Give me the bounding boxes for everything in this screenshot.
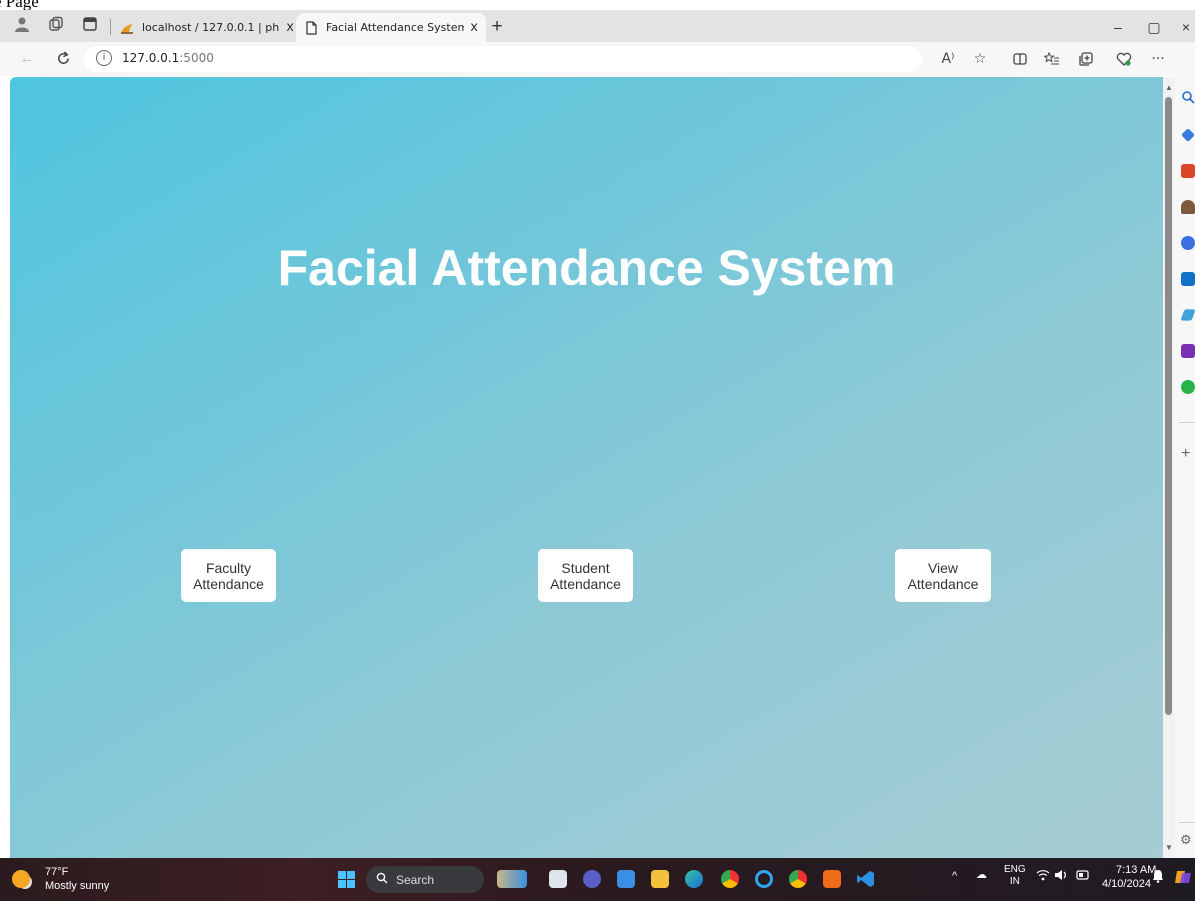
url-host: 127.0.0.1: [122, 51, 180, 65]
scroll-up-arrow[interactable]: ▲: [1165, 83, 1173, 92]
volume-icon[interactable]: [1054, 869, 1070, 884]
tab-title: localhost / 127.0.0.1 | phpMyAdmin: [142, 21, 280, 34]
view-attendance-button[interactable]: View Attendance: [895, 549, 991, 602]
refresh-icon[interactable]: [52, 48, 74, 70]
task-view-icon[interactable]: [549, 870, 567, 888]
button-label-line2: Attendance: [907, 575, 979, 592]
button-label-line1: Faculty: [205, 559, 252, 576]
student-attendance-button[interactable]: Student Attendance: [538, 549, 633, 602]
sidebar-search-icon[interactable]: [1181, 90, 1195, 104]
close-window-button[interactable]: ×: [1172, 16, 1195, 38]
button-label-line2: Attendance: [550, 575, 621, 592]
tab-close-button[interactable]: x: [286, 20, 294, 35]
tab-separator: [110, 19, 111, 35]
sidebar-drop-icon[interactable]: [1180, 309, 1195, 321]
sidebar-shopping-icon[interactable]: [1181, 164, 1195, 178]
sidebar-onenote-icon[interactable]: [1181, 344, 1195, 358]
back-icon[interactable]: ←: [16, 48, 38, 70]
scroll-thumb[interactable]: [1165, 97, 1172, 715]
weather-temperature[interactable]: 77°F: [45, 866, 68, 878]
phpmyadmin-icon: [121, 23, 133, 34]
notification-bell-icon[interactable]: [1152, 869, 1164, 886]
split-screen-icon[interactable]: [1008, 48, 1032, 70]
read-aloud-icon[interactable]: A⁾: [936, 48, 960, 70]
page-title: Facial Attendance System: [277, 240, 896, 296]
new-tab-button[interactable]: +: [486, 16, 508, 38]
file-explorer-icon[interactable]: [651, 870, 669, 888]
sidebar-divider: [1179, 822, 1195, 823]
tab-actions-icon[interactable]: [80, 16, 100, 36]
tab-close-button[interactable]: x: [470, 20, 478, 35]
scroll-down-arrow[interactable]: ▼: [1165, 843, 1173, 852]
sidebar-tag-icon[interactable]: [1181, 128, 1195, 142]
windows-taskbar: 77°F Mostly sunny Search ^ ☁ ENG IN 7:13…: [0, 858, 1195, 901]
favorite-star-icon[interactable]: ☆: [968, 48, 992, 70]
chrome-icon[interactable]: [721, 870, 739, 888]
store-icon[interactable]: [617, 870, 635, 888]
taskbar-search-box[interactable]: Search: [366, 866, 484, 893]
edge-sidebar: + ⚙: [1175, 42, 1195, 858]
tab-facial-attendance[interactable]: Facial Attendance System x: [296, 13, 486, 42]
page-scrollbar[interactable]: ▲ ▼: [1163, 77, 1175, 858]
page-icon: [306, 20, 317, 35]
edge-browser-icon[interactable]: [685, 870, 703, 888]
tray-overflow-icon[interactable]: ^: [952, 870, 957, 882]
button-label-line1: View: [927, 559, 959, 576]
tab-phpmyadmin[interactable]: localhost / 127.0.0.1 | phpMyAdmin x: [112, 13, 302, 42]
button-label-line2: Attendance: [193, 575, 264, 592]
onedrive-icon[interactable]: ☁: [976, 868, 987, 881]
minimize-button[interactable]: –: [1104, 16, 1132, 38]
copilot-taskbar-icon[interactable]: [1174, 868, 1192, 889]
clock-date[interactable]: 4/10/2024: [1102, 878, 1151, 890]
search-label: Search: [396, 873, 435, 887]
url-port: :5000: [179, 51, 214, 65]
collections-icon[interactable]: [1074, 48, 1098, 70]
sidebar-games-icon[interactable]: [1181, 200, 1195, 214]
sidebar-outlook-icon[interactable]: [1181, 272, 1195, 286]
language-indicator[interactable]: ENG IN: [1004, 864, 1026, 888]
address-bar[interactable]: i 127.0.0.1:5000: [84, 46, 922, 72]
sidebar-whatsapp-icon[interactable]: [1181, 380, 1195, 394]
battery-icon[interactable]: [1076, 870, 1090, 883]
favorites-icon[interactable]: [1040, 48, 1064, 70]
teams-chat-icon[interactable]: [583, 870, 601, 888]
faculty-attendance-button[interactable]: Faculty Attendance: [181, 549, 276, 602]
sidebar-add-icon[interactable]: +: [1181, 445, 1190, 463]
workspaces-icon[interactable]: [46, 16, 66, 36]
chrome-profile-icon[interactable]: [789, 870, 807, 888]
browser-toolbar: ← i 127.0.0.1:5000 A⁾ ☆ ···: [0, 42, 1195, 76]
site-info-icon[interactable]: i: [96, 50, 112, 66]
page-viewport: Facial Attendance System Faculty Attenda…: [10, 77, 1163, 858]
browser-essentials-icon[interactable]: [1112, 48, 1136, 70]
button-label-line1: Student: [561, 559, 610, 576]
maximize-button[interactable]: ▢: [1140, 16, 1168, 38]
language-region: IN: [1009, 876, 1020, 887]
more-menu-icon[interactable]: ···: [1146, 48, 1170, 70]
document-caption: e Page: [0, 0, 39, 11]
cortana-icon[interactable]: [755, 870, 773, 888]
search-icon: [376, 872, 388, 887]
windows-start-icon[interactable]: [338, 871, 355, 888]
profile-icon[interactable]: [12, 16, 32, 36]
url-text: 127.0.0.1:5000: [122, 51, 214, 65]
wifi-icon[interactable]: [1036, 869, 1050, 884]
xampp-icon[interactable]: [823, 870, 841, 888]
tab-title: Facial Attendance System: [326, 21, 465, 34]
sidebar-settings-icon[interactable]: ⚙: [1180, 832, 1192, 848]
sidebar-divider: [1179, 422, 1195, 423]
sidebar-copilot-icon[interactable]: [1181, 236, 1195, 250]
language-code: ENG: [1004, 864, 1026, 875]
weather-condition[interactable]: Mostly sunny: [45, 880, 109, 892]
vscode-icon[interactable]: [857, 870, 875, 888]
browser-tab-strip: localhost / 127.0.0.1 | phpMyAdmin x Fac…: [0, 10, 1195, 42]
weather-sun-icon[interactable]: [12, 870, 30, 888]
widgets-icon[interactable]: [497, 870, 527, 888]
clock-time[interactable]: 7:13 AM: [1116, 864, 1156, 876]
